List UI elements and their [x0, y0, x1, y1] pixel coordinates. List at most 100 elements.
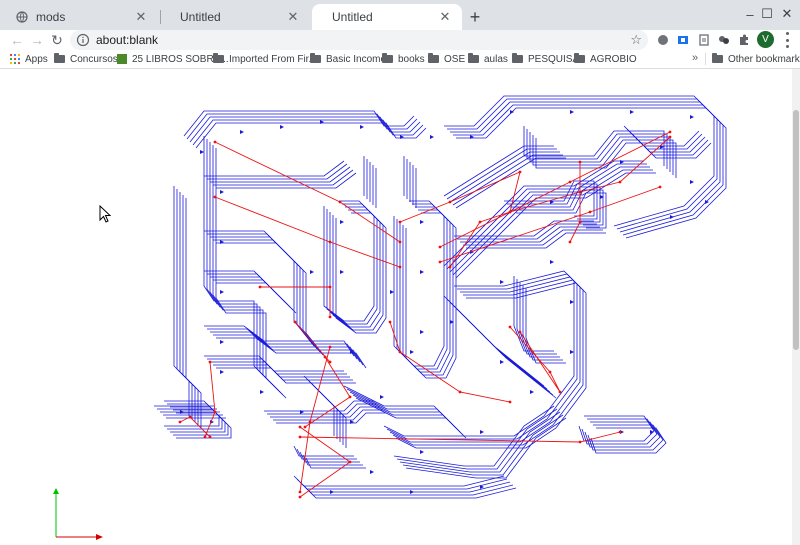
- folder-icon: [712, 53, 723, 63]
- jog-point: [508, 325, 512, 329]
- back-button[interactable]: ←: [8, 31, 26, 49]
- toolpath-arrow-mark: [240, 130, 244, 134]
- extension-blue-icon[interactable]: [676, 33, 690, 47]
- jog-point: [398, 350, 402, 354]
- bookmark-concursos[interactable]: Concursos: [54, 51, 118, 67]
- toolpath-trace: [213, 364, 353, 381]
- jog-point: [213, 140, 217, 144]
- jog-point: [188, 415, 192, 419]
- jog-point: [208, 360, 212, 364]
- toolpath-trace: [299, 481, 511, 493]
- jog-point: [213, 195, 217, 199]
- jog-point: [303, 425, 307, 429]
- toolpath-arrow-mark: [570, 110, 574, 114]
- extension-people-icon[interactable]: [717, 33, 731, 47]
- tab-mods[interactable]: mods ✕: [6, 4, 158, 30]
- toolpath-arrow-mark: [410, 490, 414, 494]
- toolpath-arrow-mark: [340, 220, 344, 224]
- toolpath-trace: [323, 200, 375, 322]
- jog-point: [258, 285, 262, 289]
- jog-point: [578, 220, 582, 224]
- bookmarks-overflow-button[interactable]: »: [692, 52, 698, 64]
- bookmark-ose[interactable]: OSE: [428, 51, 465, 67]
- bookmark-label: PESQUISA: [528, 53, 580, 65]
- new-tab-button[interactable]: +: [466, 8, 484, 26]
- scrollbar-thumb[interactable]: [793, 110, 799, 350]
- bookmark-label: books: [398, 53, 425, 65]
- jog-point: [388, 320, 392, 324]
- jog-point: [548, 370, 552, 374]
- toolpath-trace: [210, 331, 361, 363]
- pcb-toolpath-view[interactable]: [150, 92, 730, 508]
- toolpath-trace: [329, 206, 381, 328]
- more-menu-icon[interactable]: [782, 32, 792, 48]
- apps-grid-icon: [10, 54, 20, 64]
- toolpath-trace: [215, 148, 287, 399]
- toolpath-arrow-mark: [220, 290, 224, 294]
- globe-icon: [16, 11, 28, 23]
- toolpath-trace: [192, 119, 424, 146]
- bookmarks-bar: Apps Concursos 25 LIBROS SOBRE... Import…: [0, 50, 800, 69]
- info-icon[interactable]: [76, 33, 90, 47]
- toolpath-arrow-mark: [500, 280, 504, 284]
- close-icon[interactable]: ✕: [134, 9, 148, 24]
- folder-icon: [574, 53, 585, 63]
- forward-button[interactable]: →: [28, 31, 46, 49]
- browser-toolbar: ← → ↻ about:blank ☆ V: [0, 30, 800, 50]
- jog-point: [578, 440, 582, 444]
- toolpath-arrow-mark: [630, 110, 634, 114]
- jog-point: [438, 260, 442, 264]
- toolpath-arrow-mark: [380, 395, 384, 399]
- toolpath-trace: [170, 406, 226, 433]
- toolpath-trace: [447, 98, 718, 230]
- bookmark-star-icon[interactable]: ☆: [630, 32, 642, 48]
- jog-point: [448, 265, 452, 269]
- toolpath-trace: [216, 282, 297, 314]
- bookmark-basic-income[interactable]: Basic Income: [310, 51, 386, 67]
- toolpath-trace: [212, 145, 284, 396]
- bookmark-books[interactable]: books: [382, 51, 425, 67]
- bookmark-pesquisa[interactable]: PESQUISA: [512, 51, 579, 67]
- toolpath-trace: [216, 172, 357, 189]
- tab-untitled-1[interactable]: Untitled ✕: [162, 4, 310, 30]
- bookmark-apps[interactable]: Apps: [10, 51, 48, 67]
- profile-avatar[interactable]: V: [757, 31, 774, 48]
- address-bar[interactable]: about:blank ☆: [70, 30, 648, 50]
- jog-point: [518, 330, 522, 334]
- toolpath-trace: [578, 415, 655, 442]
- folder-icon: [310, 53, 321, 63]
- bookmark-label: Imported From Fir...: [229, 53, 317, 65]
- toolpath-trace: [293, 445, 354, 457]
- close-window-button[interactable]: ✕: [774, 4, 800, 24]
- toolpath-trace: [183, 110, 415, 137]
- toolpath-trace: [206, 139, 278, 390]
- tab-untitled-active[interactable]: Untitled ✕: [312, 4, 462, 30]
- close-icon[interactable]: ✕: [286, 9, 300, 24]
- jog-point: [618, 430, 622, 434]
- jog-point: [578, 160, 582, 164]
- toolpath-trace: [176, 412, 232, 439]
- jog-point: [328, 345, 332, 349]
- jog-point: [588, 210, 592, 214]
- toolpath-trace: [210, 166, 351, 183]
- jog-point: [398, 265, 402, 269]
- toolpath-trace: [216, 337, 367, 369]
- bookmark-aulas[interactable]: aulas: [468, 51, 508, 67]
- extension-doc-icon[interactable]: [697, 33, 711, 47]
- bookmark-25-libros[interactable]: 25 LIBROS SOBRE...: [117, 51, 229, 67]
- bookmark-label: OSE: [444, 53, 466, 65]
- toolpath-arrow-mark: [390, 290, 394, 294]
- extensions-puzzle-icon[interactable]: [737, 33, 751, 47]
- toolpath-arrow-mark: [220, 340, 224, 344]
- close-icon[interactable]: ✕: [438, 9, 452, 24]
- bookmark-agrobio[interactable]: AGROBIO: [574, 51, 637, 67]
- bookmark-other[interactable]: Other bookmarks: [712, 51, 800, 67]
- jog-point: [508, 210, 512, 214]
- extension-circle-icon[interactable]: [656, 33, 670, 47]
- folder-icon: [382, 53, 393, 63]
- toolpath-arrow-mark: [690, 115, 694, 119]
- bookmark-imported[interactable]: Imported From Fir...: [213, 51, 317, 67]
- toolpath-arrow-mark: [690, 180, 694, 184]
- toolpath-arrow-mark: [420, 220, 424, 224]
- reload-button[interactable]: ↻: [48, 31, 66, 49]
